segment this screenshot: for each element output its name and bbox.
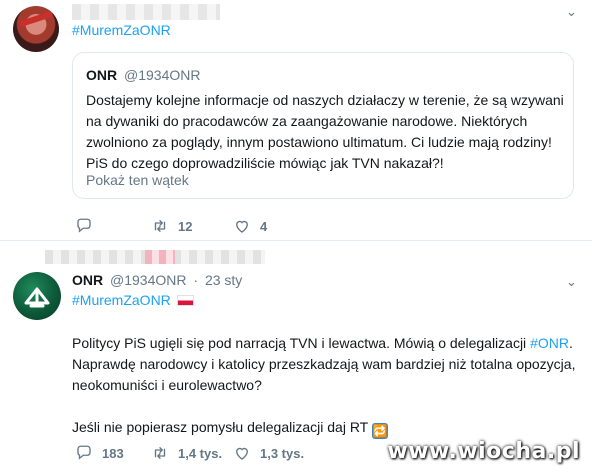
heart-icon [236,220,248,233]
retweet-button[interactable]: 12 [151,217,233,235]
blurred-username [72,4,220,20]
onr-logo-icon [24,287,50,308]
reply-button[interactable]: 183 [75,444,151,462]
tweet-header: ONR @1934ONR · 23 sty [72,272,242,288]
blurred-retweet-banner [45,250,265,264]
retweet-count: 1,4 tys. [178,445,223,461]
quoted-tweet-text: Dostajemy kolejne informacje od naszych … [86,92,564,171]
separator: · [193,272,199,288]
tweet-date[interactable]: 23 sty [205,272,242,288]
retweet-button[interactable]: 1,4 tys. [151,444,233,462]
tweet-actions: 183 1,4 tys. 1,3 tys. [75,443,304,463]
like-button[interactable]: 1,3 tys. [233,444,304,462]
quoted-tweet-header: ONR @1934ONR [86,67,200,83]
quoted-tweet-card[interactable]: ONR @1934ONR Dostajemy kolejne informacj… [72,52,574,199]
avatar[interactable] [13,272,61,320]
author-name[interactable]: ONR [72,272,103,288]
like-button[interactable]: 4 [233,217,267,235]
heart-icon [236,447,248,460]
retweet-count: 12 [178,218,193,234]
poland-flag-icon [176,294,194,306]
divider [0,240,592,241]
hashtag-link[interactable]: #ONR [530,335,569,351]
site-watermark: www.wiocha.pl [387,439,580,464]
tweet-paragraph: Jeśli nie popierasz pomysłu delegalizacj… [72,417,577,439]
hashtag-row: #MuremZaONR [72,292,194,308]
text-span: Jeśli nie popierasz pomysłu delegalizacj… [72,419,369,435]
hashtag-link[interactable]: #MuremZaONR [72,22,171,38]
chevron-down-icon[interactable]: ⌄ [566,4,577,20]
hashtag-link[interactable]: #MuremZaONR [72,292,171,308]
tweet-paragraph: Politycy PiS ugięli się pod narracją TVN… [72,333,577,396]
quoted-author-handle[interactable]: @1934ONR [124,67,200,83]
quoted-author-name[interactable]: ONR [86,67,117,83]
chevron-down-icon[interactable]: ⌄ [566,274,577,290]
tweet-actions: 12 4 [75,216,267,236]
retweet-icon [154,447,166,459]
retweet-icon [154,220,166,232]
author-handle[interactable]: @1934ONR [110,272,186,288]
avatar[interactable] [13,6,59,52]
reply-icon [77,218,91,233]
like-count: 4 [260,218,268,234]
show-thread-link[interactable]: Pokaż ten wątek [86,172,189,188]
text-span: Politycy PiS ugięli się pod narracją TVN… [72,335,531,351]
repeat-emoji-icon: 🔁 [372,423,389,439]
reply-button[interactable] [75,217,151,235]
reply-icon [77,445,91,460]
reply-count: 183 [102,445,124,461]
like-count: 1,3 tys. [260,445,305,461]
tweet-text: Politycy PiS ugięli się pod narracją TVN… [72,333,577,439]
